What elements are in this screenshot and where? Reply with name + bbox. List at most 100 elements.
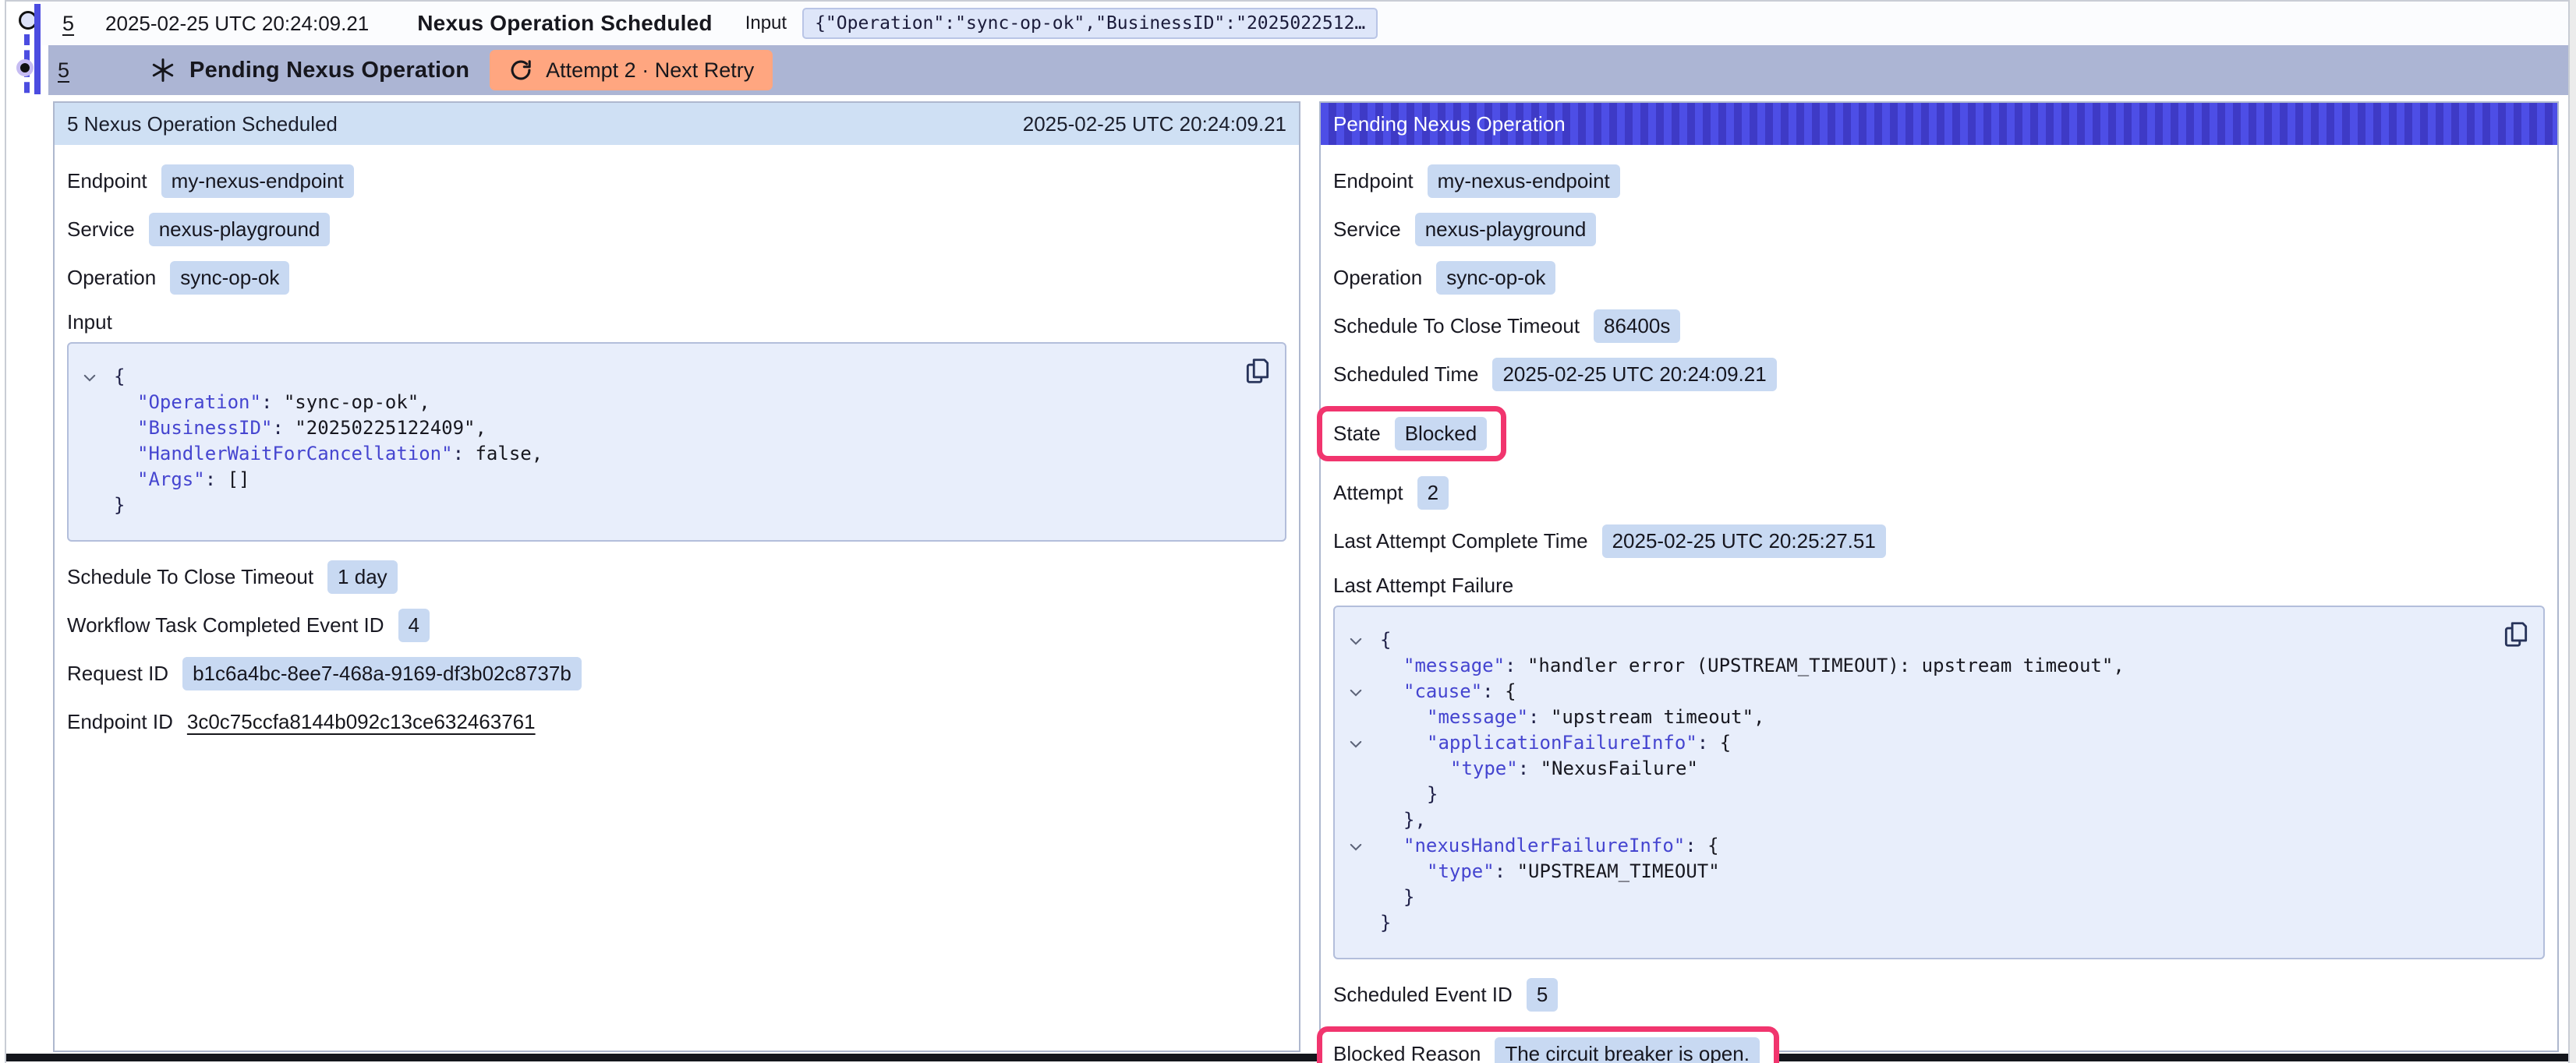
event-id-link[interactable]: 5 <box>58 58 69 83</box>
annotation-highlight-state: State Blocked <box>1317 406 1506 461</box>
code-line: "HandlerWaitForCancellation": false, <box>69 441 1230 467</box>
field-row-operation: Operation sync-op-ok <box>1333 261 2545 295</box>
field-value-chip: Blocked <box>1395 417 1488 450</box>
chevron-down-icon[interactable] <box>1348 634 1364 649</box>
field-value-chip: 1 day <box>327 560 398 594</box>
code-line: "message": "handler error (UPSTREAM_TIME… <box>1335 653 2489 679</box>
attempt-retry-badge: Attempt 2 · Next Retry <box>490 50 773 90</box>
event-timestamp: 2025-02-25 UTC 20:24:09.21 <box>105 12 369 36</box>
code-line: "type": "NexusFailure" <box>1335 756 2489 782</box>
event-row-nexus-operation-scheduled[interactable]: 5 2025-02-25 UTC 20:24:09.21 Nexus Opera… <box>42 2 2568 45</box>
field-row-state: State Blocked <box>1333 406 2545 461</box>
event-row-pending-nexus-operation[interactable]: 5 Pending Nexus Operation Attempt 2 · Ne… <box>48 45 2568 95</box>
field-value-chip: The circuit breaker is open. <box>1495 1037 1760 1063</box>
timeline-mask <box>14 95 45 274</box>
field-row-attempt: Attempt 2 <box>1333 476 2545 510</box>
code-line: "cause": { <box>1335 679 2489 705</box>
field-row-endpoint: Endpointmy-nexus-endpoint <box>67 164 1286 198</box>
field-value-chip: my-nexus-endpoint <box>1428 164 1620 198</box>
code-line: "message": "upstream timeout", <box>1335 705 2489 730</box>
panel-title: Pending Nexus Operation <box>1333 112 1566 136</box>
code-lines: {"Operation": "sync-op-ok","BusinessID":… <box>69 364 1230 518</box>
field-row-endpoint: Endpoint my-nexus-endpoint <box>1333 164 2545 198</box>
failure-json-viewer: {"message": "handler error (UPSTREAM_TIM… <box>1333 606 2545 959</box>
pending-asterisk-icon <box>149 56 177 84</box>
code-lines: {"message": "handler error (UPSTREAM_TIM… <box>1335 627 2489 936</box>
pending-event-title: Pending Nexus Operation <box>189 58 469 83</box>
field-row-schedule-to-close-timeout: Schedule To Close Timeout1 day <box>67 560 1286 594</box>
code-line: "Args": [] <box>69 467 1230 493</box>
code-line: { <box>1335 627 2489 653</box>
code-line: "type": "UPSTREAM_TIMEOUT" <box>1335 859 2489 885</box>
field-value-chip: sync-op-ok <box>170 261 289 295</box>
next-row-divider <box>6 1054 2568 1061</box>
code-line: "Operation": "sync-op-ok", <box>69 390 1230 415</box>
chevron-down-icon[interactable] <box>1348 736 1364 752</box>
field-label: Operation <box>1333 266 1422 290</box>
field-label: Service <box>1333 217 1401 242</box>
field-row-request-id: Request ID b1c6a4bc-8ee7-468a-9169-df3b02… <box>67 657 1286 690</box>
field-label: Blocked Reason <box>1333 1042 1481 1063</box>
field-value-chip: nexus-playground <box>149 213 331 246</box>
field-label: Scheduled Event ID <box>1333 983 1513 1007</box>
retry-icon <box>508 58 533 83</box>
workflow-history-view: 5 2025-02-25 UTC 20:24:09.21 Nexus Opera… <box>5 0 2570 1063</box>
field-row-operation: Operation sync-op-ok <box>67 261 1286 295</box>
attempt-badge-label: Attempt 2 · Next Retry <box>546 58 754 83</box>
field-value-link[interactable]: 3c0c75ccfa8144b092c13ce632463761 <box>187 710 536 734</box>
field-label: Endpoint <box>1333 169 1414 193</box>
field-value-chip: sync-op-ok <box>1436 261 1555 295</box>
code-line: { <box>69 364 1230 390</box>
event-input-label: Input <box>745 12 787 34</box>
selected-event-indicator <box>34 4 41 94</box>
field-label: Schedule To Close Timeout <box>1333 314 1580 338</box>
field-value-chip: nexus-playground <box>1415 213 1597 246</box>
chevron-down-icon[interactable] <box>1348 685 1364 701</box>
field-row-scheduled-time: Scheduled Time2025-02-25 UTC 20:24:09.21 <box>1333 358 2545 391</box>
field-value-chip: 2 <box>1417 476 1449 510</box>
field-row-last-attempt-complete-time: Last Attempt Complete Time 2025-02-25 UTC… <box>1333 524 2545 558</box>
field-label: Attempt <box>1333 481 1403 505</box>
field-label: State <box>1333 422 1381 446</box>
code-line: } <box>69 493 1230 518</box>
code-line: }, <box>1335 807 2489 833</box>
field-row-service: Service nexus-playground <box>1333 213 2545 246</box>
event-input-preview-chip: {"Operation":"sync-op-ok","BusinessID":"… <box>802 8 1378 39</box>
pending-operation-panel-header: Pending Nexus Operation <box>1321 103 2557 145</box>
field-value-chip: my-nexus-endpoint <box>161 164 354 198</box>
code-line: } <box>1335 910 2489 936</box>
event-detail-panel: 5 Nexus Operation Scheduled 2025-02-25 U… <box>53 101 1300 1052</box>
panel-timestamp: 2025-02-25 UTC 20:24:09.21 <box>1023 112 1286 136</box>
field-row-service: Servicenexus-playground <box>67 213 1286 246</box>
copy-icon[interactable] <box>2501 620 2531 649</box>
field-label: Operation <box>67 266 156 290</box>
field-label: Request ID <box>67 662 168 686</box>
pending-operation-panel: Pending Nexus Operation Endpoint my-nexus… <box>1319 101 2559 1052</box>
event-title: Nexus Operation Scheduled <box>417 11 712 36</box>
field-value-chip: b1c6a4bc-8ee7-468a-9169-df3b02c8737b <box>182 657 582 690</box>
panel-title: 5 Nexus Operation Scheduled <box>67 112 338 136</box>
field-value-chip: 5 <box>1527 978 1558 1012</box>
chevron-down-icon[interactable] <box>82 370 97 386</box>
field-row-scheduled-event-id: Scheduled Event ID 5 <box>1333 978 2545 1012</box>
chevron-down-icon[interactable] <box>1348 839 1364 855</box>
field-value-chip: 4 <box>398 609 430 642</box>
field-label-input: Input <box>67 310 112 334</box>
field-value-chip: 2025-02-25 UTC 20:25:27.51 <box>1602 524 1886 558</box>
field-label: Scheduled Time <box>1333 362 1478 387</box>
field-label: Last Attempt Complete Time <box>1333 529 1588 553</box>
field-label: Endpoint ID <box>67 710 173 734</box>
copy-icon[interactable] <box>1243 356 1272 386</box>
field-row-workflow-task-completed-event-id: Workflow Task Completed Event ID4 <box>67 609 1286 642</box>
field-label-last-attempt-failure: Last Attempt Failure <box>1333 574 1513 598</box>
annotation-highlight-blocked-reason: Blocked Reason The circuit breaker is ope… <box>1317 1026 1779 1063</box>
code-line: "applicationFailureInfo": { <box>1335 730 2489 756</box>
field-row-schedule-to-close-timeout: Schedule To Close Timeout 86400s <box>1333 309 2545 343</box>
code-line: "BusinessID": "20250225122409", <box>69 415 1230 441</box>
event-marker-current-icon <box>16 59 34 76</box>
code-line: } <box>1335 782 2489 807</box>
code-line: "nexusHandlerFailureInfo": { <box>1335 833 2489 859</box>
field-value-chip: 86400s <box>1594 309 1680 343</box>
event-id-link[interactable]: 5 <box>62 12 74 36</box>
event-detail-panel-header: 5 Nexus Operation Scheduled 2025-02-25 U… <box>55 103 1299 145</box>
